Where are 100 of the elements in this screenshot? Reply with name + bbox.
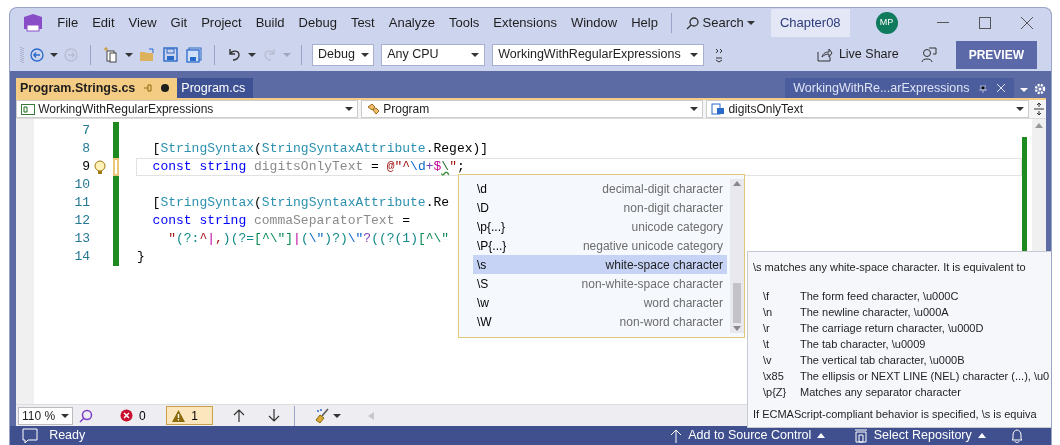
scroll-thumb[interactable] <box>733 282 741 323</box>
completion-item[interactable]: \s white-space character <box>473 255 727 274</box>
project-dropdown[interactable]: WorkingWithRegularExpressions <box>16 100 358 118</box>
type-dropdown[interactable]: Program <box>361 100 704 118</box>
caret-icon[interactable] <box>50 52 58 57</box>
chat-bubble-icon[interactable] <box>22 427 38 444</box>
menu-item[interactable]: Build <box>248 11 292 35</box>
back-button[interactable] <box>28 45 46 64</box>
add-to-source-control-button[interactable]: Add to Source Control <box>666 426 830 445</box>
menu-item[interactable]: Git <box>163 11 195 35</box>
close-icon <box>995 83 1006 93</box>
completion-item[interactable]: \p{...} unicode category <box>473 217 727 236</box>
feedback-button[interactable] <box>919 44 940 65</box>
menu-item[interactable]: File <box>50 11 86 35</box>
zoom-dropdown[interactable]: 110 % <box>18 406 73 425</box>
search-icon <box>686 16 700 30</box>
live-share-button[interactable]: Live Share <box>812 45 903 64</box>
scroll-up-arrow-icon[interactable] <box>733 181 741 186</box>
member-dropdown[interactable]: digitsOnlyText <box>706 100 1029 118</box>
broom-icon <box>315 408 331 423</box>
caret-icon <box>817 433 826 438</box>
code-line: const string commaSeparatorText = <box>151 213 411 229</box>
error-icon <box>119 409 133 422</box>
completion-item[interactable]: \S non-white-space character <box>473 274 727 293</box>
save-button[interactable] <box>161 45 180 64</box>
code-line: const string digitsOnlyText = @"^\d+$\"; <box>151 159 465 175</box>
escape-code: \t <box>763 336 771 352</box>
menu-item[interactable]: Analyze <box>381 11 442 35</box>
menu-item[interactable]: Project <box>194 11 249 35</box>
completion-item[interactable]: \D non-digit character <box>473 198 727 217</box>
menu-item[interactable]: Debug <box>291 11 344 35</box>
startup-project-dropdown[interactable]: WorkingWithRegularExpressions <box>492 43 705 66</box>
scroll-down-arrow-icon[interactable] <box>733 326 741 331</box>
line-number: 13 <box>73 230 91 248</box>
escape-description: The ellipsis or NEXT LINE (NEL) character (...), \u0 <box>800 368 1050 384</box>
line-number: 11 <box>73 194 91 212</box>
lightbulb-icon[interactable] <box>94 159 106 175</box>
pin-icon <box>977 83 988 93</box>
escape-code: \f <box>763 288 771 304</box>
down-arrow-icon <box>267 409 280 422</box>
menu-item[interactable]: Edit <box>85 11 122 35</box>
toolbar-grip-icon <box>20 45 24 64</box>
tooltip-note: If ECMAScript-compliant behavior is specified, \s is equiva <box>753 407 1038 423</box>
person-feedback-icon <box>921 46 938 63</box>
select-repository-button[interactable]: Select Repository <box>849 426 990 445</box>
class-icon <box>366 103 381 115</box>
menu-item[interactable]: Test <box>343 11 382 35</box>
completion-item[interactable]: \W non-word character <box>473 312 727 331</box>
field-icon <box>711 103 726 115</box>
escape-code: \v <box>763 352 773 368</box>
user-avatar[interactable]: MP <box>875 12 898 34</box>
save-all-button[interactable] <box>184 44 204 65</box>
app-logo-icon <box>22 13 44 33</box>
bell-icon[interactable] <box>1010 428 1025 443</box>
folder-icon <box>139 47 155 62</box>
close-icon <box>1020 17 1033 29</box>
menu-item[interactable]: View <box>121 11 164 35</box>
escape-description: The vertical tab character, \u000B <box>800 352 965 368</box>
solution-name: Chapter08 <box>770 9 850 37</box>
completion-item[interactable]: \w word character <box>473 293 727 312</box>
minimize-icon <box>936 22 949 24</box>
preview-button[interactable]: PREVIEW <box>955 40 1037 69</box>
menu-item[interactable]: Extensions <box>486 11 564 35</box>
menu-item[interactable]: Window <box>563 11 625 35</box>
search-button[interactable]: Search <box>684 11 757 35</box>
floppy-disks-icon <box>186 46 202 63</box>
up-arrow-icon <box>233 409 246 422</box>
code-line: [StringSyntax(StringSyntaxAttribute.Regex)] <box>151 141 489 157</box>
csharp-file-icon <box>21 103 35 115</box>
document-tab[interactable]: Program.Strings.cs <box>16 78 178 98</box>
document-tab[interactable]: Program.cs <box>177 78 254 98</box>
tool-window-tab[interactable]: WorkingWithRe...arExpressions <box>785 78 1014 98</box>
escape-code: \n <box>763 304 774 320</box>
popup-scrollbar[interactable] <box>730 179 744 333</box>
code-line: } <box>137 249 145 265</box>
settings-icon[interactable] <box>1034 82 1046 95</box>
tooltip-summary: \s matches any white-space character. It is equivalent to <box>753 260 1027 275</box>
warnings-button[interactable]: 1 <box>166 406 213 425</box>
escape-description: The tab character, \u0009 <box>800 336 926 352</box>
escape-code: \p{Z} <box>763 384 788 400</box>
menu-item[interactable]: Tools <box>442 11 487 35</box>
toolbar-overflow-icon[interactable] <box>714 46 723 63</box>
caret-icon[interactable] <box>248 52 256 57</box>
line-number: 14 <box>73 248 91 266</box>
maximize-icon <box>978 17 991 29</box>
errors-button[interactable]: 0 <box>117 404 148 427</box>
completion-item[interactable]: \d decimal-digit character <box>473 179 727 198</box>
split-window-button[interactable] <box>1032 100 1046 118</box>
code-line: "(?:^|,)(?=[^\"]|(\")?)\"?((?(1)[^\" <box>167 231 450 247</box>
platform-dropdown[interactable]: Any CPU <box>381 43 486 66</box>
configuration-dropdown[interactable]: Debug <box>312 43 374 66</box>
escape-code: \r <box>763 320 771 336</box>
up-arrow-icon <box>670 428 683 443</box>
menu-item[interactable]: Help <box>624 11 665 35</box>
line-number: 8 <box>81 140 91 158</box>
warning-icon <box>172 409 186 422</box>
escape-description: The carriage return character, \u000D <box>800 320 984 336</box>
caret-icon[interactable] <box>125 52 133 57</box>
line-number: 12 <box>73 212 91 230</box>
completion-item[interactable]: \P{...} negative unicode category <box>473 236 727 255</box>
